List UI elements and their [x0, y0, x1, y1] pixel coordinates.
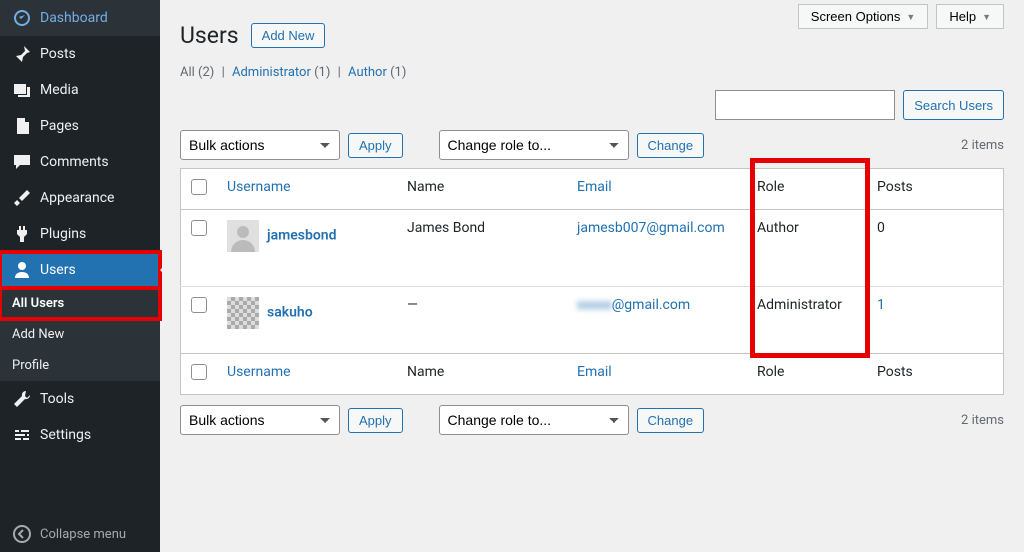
pin-icon — [12, 44, 32, 64]
col-email[interactable]: Email — [577, 364, 612, 380]
col-name: Name — [397, 169, 567, 210]
col-role: Role — [747, 169, 867, 210]
username-link[interactable]: sakuho — [267, 305, 313, 321]
search-input[interactable] — [715, 90, 895, 120]
user-icon — [12, 260, 32, 280]
sidebar-item-label: Media — [40, 82, 79, 98]
bulk-actions-select[interactable]: Bulk actions — [180, 130, 340, 160]
sidebar-item-appearance[interactable]: Appearance — [0, 180, 160, 216]
add-new-button[interactable]: Add New — [251, 23, 326, 48]
user-posts[interactable]: 1 — [877, 297, 885, 313]
bulk-actions-select-bottom[interactable]: Bulk actions — [180, 405, 340, 435]
submenu-add-new[interactable]: Add New — [0, 319, 160, 350]
dashboard-icon — [12, 8, 32, 28]
submenu-profile[interactable]: Profile — [0, 350, 160, 381]
filter-administrator[interactable]: Administrator (1) — [232, 65, 330, 80]
table-row: jamesbond James Bond jamesb007@gmail.com… — [181, 210, 1004, 287]
col-role: Role — [747, 354, 867, 395]
sidebar-item-media[interactable]: Media — [0, 72, 160, 108]
sidebar-item-label: Users — [40, 262, 76, 278]
content-area: Screen Options▼ Help▼ Users Add New All … — [160, 0, 1024, 552]
sidebar-item-posts[interactable]: Posts — [0, 36, 160, 72]
avatar — [227, 297, 259, 329]
user-email[interactable]: jamesb007@gmail.com — [577, 220, 725, 236]
user-email[interactable]: xxxxx@gmail.com — [577, 297, 690, 313]
user-role: Administrator — [747, 287, 867, 354]
pages-icon — [12, 116, 32, 136]
sidebar-item-label: Tools — [40, 391, 74, 407]
sidebar-item-settings[interactable]: Settings — [0, 417, 160, 453]
media-icon — [12, 80, 32, 100]
select-all-checkbox[interactable] — [191, 179, 207, 195]
wrench-icon — [12, 389, 32, 409]
apply-button-bottom[interactable]: Apply — [348, 408, 403, 433]
users-submenu: All Users Add New Profile — [0, 288, 160, 381]
page-title: Users — [180, 22, 239, 49]
sidebar-item-comments[interactable]: Comments — [0, 144, 160, 180]
table-row: sakuho — xxxxx@gmail.com Administrator 1 — [181, 287, 1004, 354]
user-name: — — [397, 287, 567, 354]
sidebar-item-users[interactable]: Users — [0, 252, 160, 288]
role-filter-links: All (2) | Administrator (1) | Author (1) — [180, 65, 1004, 80]
change-role-select[interactable]: Change role to... — [439, 130, 629, 160]
apply-button-top[interactable]: Apply — [348, 133, 403, 158]
sidebar-item-dashboard[interactable]: Dashboard — [0, 0, 160, 36]
screen-options-button[interactable]: Screen Options▼ — [798, 4, 929, 29]
user-role: Author — [747, 210, 867, 287]
settings-icon — [12, 425, 32, 445]
comments-icon — [12, 152, 32, 172]
items-count-bottom: 2 items — [961, 413, 1004, 428]
col-username[interactable]: Username — [227, 364, 291, 380]
collapse-menu[interactable]: Collapse menu — [0, 516, 160, 552]
sidebar-item-label: Dashboard — [40, 10, 108, 26]
filter-author[interactable]: Author (1) — [348, 65, 406, 80]
col-posts: Posts — [867, 169, 1004, 210]
user-name: James Bond — [397, 210, 567, 287]
avatar — [227, 220, 259, 252]
sidebar-item-tools[interactable]: Tools — [0, 381, 160, 417]
help-button[interactable]: Help▼ — [936, 4, 1004, 29]
col-name: Name — [397, 354, 567, 395]
chevron-down-icon: ▼ — [906, 12, 915, 22]
col-posts: Posts — [867, 354, 1004, 395]
change-role-select-bottom[interactable]: Change role to... — [439, 405, 629, 435]
change-button-top[interactable]: Change — [637, 133, 705, 158]
plugin-icon — [12, 224, 32, 244]
search-users-button[interactable]: Search Users — [903, 90, 1004, 120]
sidebar-item-label: Plugins — [40, 226, 86, 242]
sidebar-item-pages[interactable]: Pages — [0, 108, 160, 144]
submenu-all-users[interactable]: All Users — [0, 288, 160, 319]
sidebar-item-label: Appearance — [40, 190, 114, 206]
filter-all[interactable]: All (2) — [180, 65, 214, 80]
sidebar-item-label: Settings — [40, 427, 91, 443]
row-checkbox[interactable] — [191, 220, 207, 236]
col-email[interactable]: Email — [577, 179, 612, 195]
collapse-icon — [12, 524, 32, 544]
user-posts: 0 — [867, 210, 1004, 287]
select-all-checkbox-bottom[interactable] — [191, 364, 207, 380]
sidebar-item-label: Posts — [40, 46, 76, 62]
change-button-bottom[interactable]: Change — [637, 408, 705, 433]
brush-icon — [12, 188, 32, 208]
row-checkbox[interactable] — [191, 297, 207, 313]
chevron-down-icon: ▼ — [982, 12, 991, 22]
sidebar-item-plugins[interactable]: Plugins — [0, 216, 160, 252]
items-count-top: 2 items — [961, 138, 1004, 153]
users-table: Username Name Email Role Posts jamesbond… — [180, 168, 1004, 395]
sidebar-item-label: Pages — [40, 118, 79, 134]
collapse-label: Collapse menu — [40, 527, 126, 542]
sidebar-item-label: Comments — [40, 154, 109, 170]
admin-sidebar: Dashboard Posts Media Pages Comments App… — [0, 0, 160, 552]
col-username[interactable]: Username — [227, 179, 291, 195]
username-link[interactable]: jamesbond — [267, 228, 337, 244]
